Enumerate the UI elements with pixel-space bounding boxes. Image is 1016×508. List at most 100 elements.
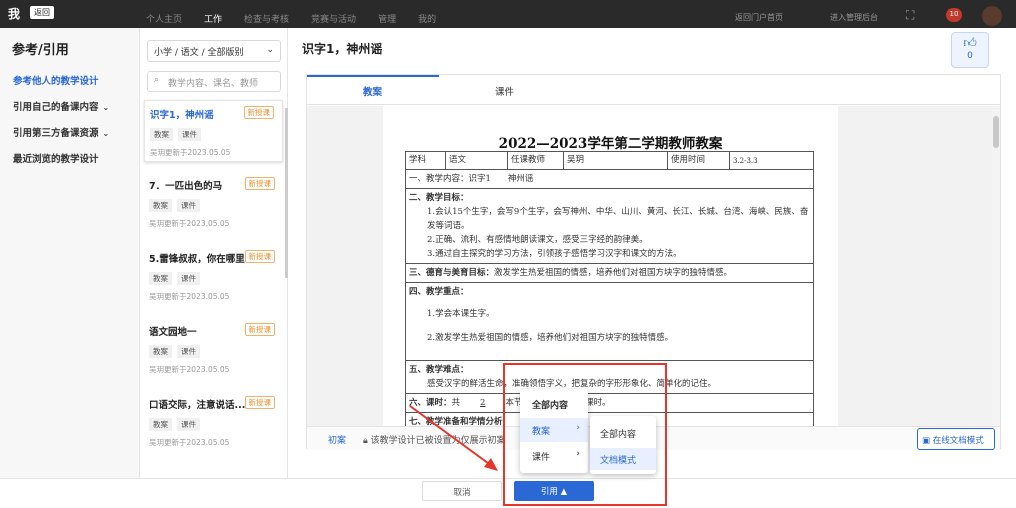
section-label: 一、教学内容：: [409, 174, 469, 184]
table-cell: 语文: [446, 152, 508, 169]
menu-item-recent[interactable]: 最近浏览的教学设计: [13, 151, 99, 165]
tag-plan: 教案: [149, 345, 172, 358]
table-row: 一、教学内容：识字1 神州谣: [405, 170, 814, 189]
lesson-card[interactable]: 语文园地一 新授课 教案 课件 吴玥更新于2023.05.05: [144, 318, 283, 380]
document-title: 2022—2023学年第二学期教师教案: [498, 136, 723, 152]
nav-item-inspection[interactable]: 检查与考核: [244, 12, 289, 25]
preview-frame: 教案 课件 2022—2023学年第二学期教师教案 学科 语文 任课教师 吴玥 …: [306, 74, 1001, 450]
lesson-preview-title: 识字1，神州谣: [302, 42, 383, 56]
back-button[interactable]: 返回: [30, 6, 54, 19]
cite-label: 引用: [540, 487, 558, 497]
document-viewer: 2022—2023学年第二学期教师教案 学科 语文 任课教师 吴玥 使用时间 3…: [307, 106, 1000, 426]
tag-courseware: 课件: [178, 128, 201, 141]
draft-note: 🔒︎ 该教学设计已被设置为仅展示初案: [363, 433, 506, 446]
submenu-item-doc-mode[interactable]: 文档模式: [590, 448, 656, 470]
section-text: 1.会认15个生字，会写9个生字，会写神州、中华、山川、黄河、长江、长城、台湾、…: [427, 207, 809, 231]
portal-home-link[interactable]: 返回门户首页: [735, 12, 783, 23]
nav-item-competition[interactable]: 竞赛与活动: [311, 12, 356, 25]
section-text: 识字1 神州谣: [468, 174, 534, 184]
updated-text: 吴玥更新于2023.05.05: [150, 148, 231, 157]
table-row: 三、德育与美育目标：激发学生热爱祖国的情感，培养他们对祖国方块字的独特情感。: [405, 264, 814, 283]
nav-item-home[interactable]: 个人主页: [146, 12, 182, 25]
admin-link[interactable]: 进入管理后台: [830, 12, 878, 23]
table-cell: 学科: [406, 152, 446, 169]
chevron-down-icon: ⌄: [102, 129, 110, 138]
updated-text: 吴玥更新于2023.05.05: [149, 292, 230, 301]
table-row: 六、课时：共2本节为第1-2课时。: [405, 394, 814, 413]
caret-up-icon: ▲: [557, 487, 568, 497]
tag-plan: 教案: [149, 418, 172, 431]
section-text: 1.学会本课生字。: [427, 309, 495, 319]
search-placeholder: 教学内容、课名、教师: [168, 79, 259, 89]
tab-courseware[interactable]: 课件: [495, 84, 514, 98]
cancel-button[interactable]: 取消: [422, 481, 502, 501]
draft-tab[interactable]: 初案: [328, 433, 346, 446]
logo: 我: [8, 7, 21, 21]
lesson-card[interactable]: 5.雷锋叔叔，你在哪里 新授课 教案 课件 吴玥更新于2023.05.05: [144, 245, 283, 307]
grade-subject-select[interactable]: 小学 / 语文 / 全部版别 ⌄: [147, 40, 281, 62]
updated-text: 吴玥更新于2023.05.05: [149, 438, 230, 447]
active-tab-indicator: [307, 75, 439, 77]
preview-panel: 识字1，神州谣 👍︎ 0 教案 课件 2022—2023学年第二学期教师教案 学…: [289, 28, 1016, 478]
lesson-type-badge: 新授课: [244, 323, 275, 336]
table-cell: 吴玥: [564, 152, 668, 169]
menu-item-label: 引用自己的备课内容: [13, 102, 99, 113]
scrollbar-thumb[interactable]: [993, 116, 999, 148]
menu-item-label: 引用第三方备课资源: [13, 128, 99, 139]
chevron-right-icon: ›: [576, 423, 580, 433]
list-scrollbar[interactable]: [285, 108, 288, 278]
menu-item-label: 课件: [532, 453, 551, 463]
search-icon: ⌕: [154, 75, 160, 85]
chevron-down-icon: ⌄: [102, 103, 110, 112]
cite-button[interactable]: 引用 ▲: [514, 481, 594, 501]
search-input[interactable]: ⌕ 教学内容、课名、教师: [147, 71, 281, 92]
menu-item-courseware[interactable]: 课件 ›: [520, 444, 588, 468]
table-row: 五、教学难点： 感受汉字的鲜活生命，准确领悟字义，把复杂的字形形象化、简单化的记…: [405, 361, 814, 394]
lesson-type-badge: 新授课: [243, 106, 274, 119]
menu-item-all-content[interactable]: 全部内容: [520, 392, 588, 416]
menu-item-lesson-plan[interactable]: 教案 ›: [520, 418, 588, 442]
section-text: 2.激发学生热爱祖国的情感，培养他们对祖国方块字的独特情感。: [427, 333, 674, 343]
document-scrollbar[interactable]: [992, 106, 1000, 426]
tab-lesson-plan[interactable]: 教案: [363, 84, 382, 98]
nav-item-work[interactable]: 工作: [204, 12, 222, 25]
like-count: 0: [967, 51, 973, 61]
chevron-down-icon: ⌄: [266, 45, 274, 55]
section-text: 感受汉字的鲜活生命，准确领悟字义，把复杂的字形形象化、简单化的记住。: [427, 379, 717, 389]
chevron-right-icon: ›: [576, 449, 580, 459]
lesson-type-badge: 新授课: [244, 250, 275, 263]
doc-icon: ▣: [922, 436, 933, 446]
submenu-item-all-content[interactable]: 全部内容: [590, 422, 656, 444]
tag-courseware: 课件: [177, 199, 200, 212]
table-row: 学科 语文 任课教师 吴玥 使用时间 3.2-3.3: [405, 151, 814, 170]
menu-item-label: 最近浏览的教学设计: [13, 154, 99, 165]
lesson-card[interactable]: 识字1，神州谣 新授课 教案 课件 吴玥更新于2023.05.05: [144, 100, 283, 162]
top-nav-bar: 我 返回 个人主页 工作 检查与考核 竞赛与活动 管理 我的 返回门户首页 进入…: [0, 0, 1016, 28]
section-text: 共: [451, 398, 461, 408]
online-doc-mode-button[interactable]: ▣ 在线文档模式: [917, 428, 995, 450]
draft-note-text: 该教学设计已被设置为仅展示初案: [370, 436, 506, 446]
lesson-card[interactable]: 口语交际，注意说话... 新授课 教案 课件 吴玥更新于2023.05.05: [144, 391, 283, 453]
left-menu: 参考/引用 参考他人的教学设计 引用自己的备课内容 ⌄ 引用第三方备课资源 ⌄ 最近…: [0, 28, 140, 478]
notification-badge[interactable]: 10: [946, 8, 962, 22]
menu-item-label: 参考他人的教学设计: [13, 76, 99, 87]
modal-footer: 取消 引用 ▲: [0, 478, 1016, 508]
section-label: 二、教学目标：: [409, 193, 469, 203]
avatar[interactable]: [982, 6, 1002, 26]
table-cell: 3.2-3.3: [733, 157, 758, 165]
like-button[interactable]: 👍︎ 0: [951, 32, 989, 68]
nav-item-mine[interactable]: 我的: [418, 12, 436, 25]
lesson-type-badge: 新授课: [244, 177, 275, 190]
lesson-card[interactable]: 7．一匹出色的马 新授课 教案 课件 吴玥更新于2023.05.05: [144, 172, 283, 234]
menu-item-my-content[interactable]: 引用自己的备课内容 ⌄: [13, 99, 109, 113]
lock-icon: 🔒︎: [363, 436, 371, 446]
cite-dropdown-menu: 全部内容 教案 › 课件 ›: [520, 389, 588, 473]
main-nav: 个人主页 工作 检查与考核 竞赛与活动 管理 我的: [146, 12, 436, 25]
tag-courseware: 课件: [177, 345, 200, 358]
menu-item-others-design[interactable]: 参考他人的教学设计: [13, 73, 99, 87]
menu-item-third-party[interactable]: 引用第三方备课资源 ⌄: [13, 125, 109, 139]
section-label: 四、教学重点：: [409, 287, 469, 297]
tag-plan: 教案: [149, 199, 172, 212]
fullscreen-icon[interactable]: ⛶: [906, 8, 914, 23]
nav-item-manage[interactable]: 管理: [378, 12, 396, 25]
